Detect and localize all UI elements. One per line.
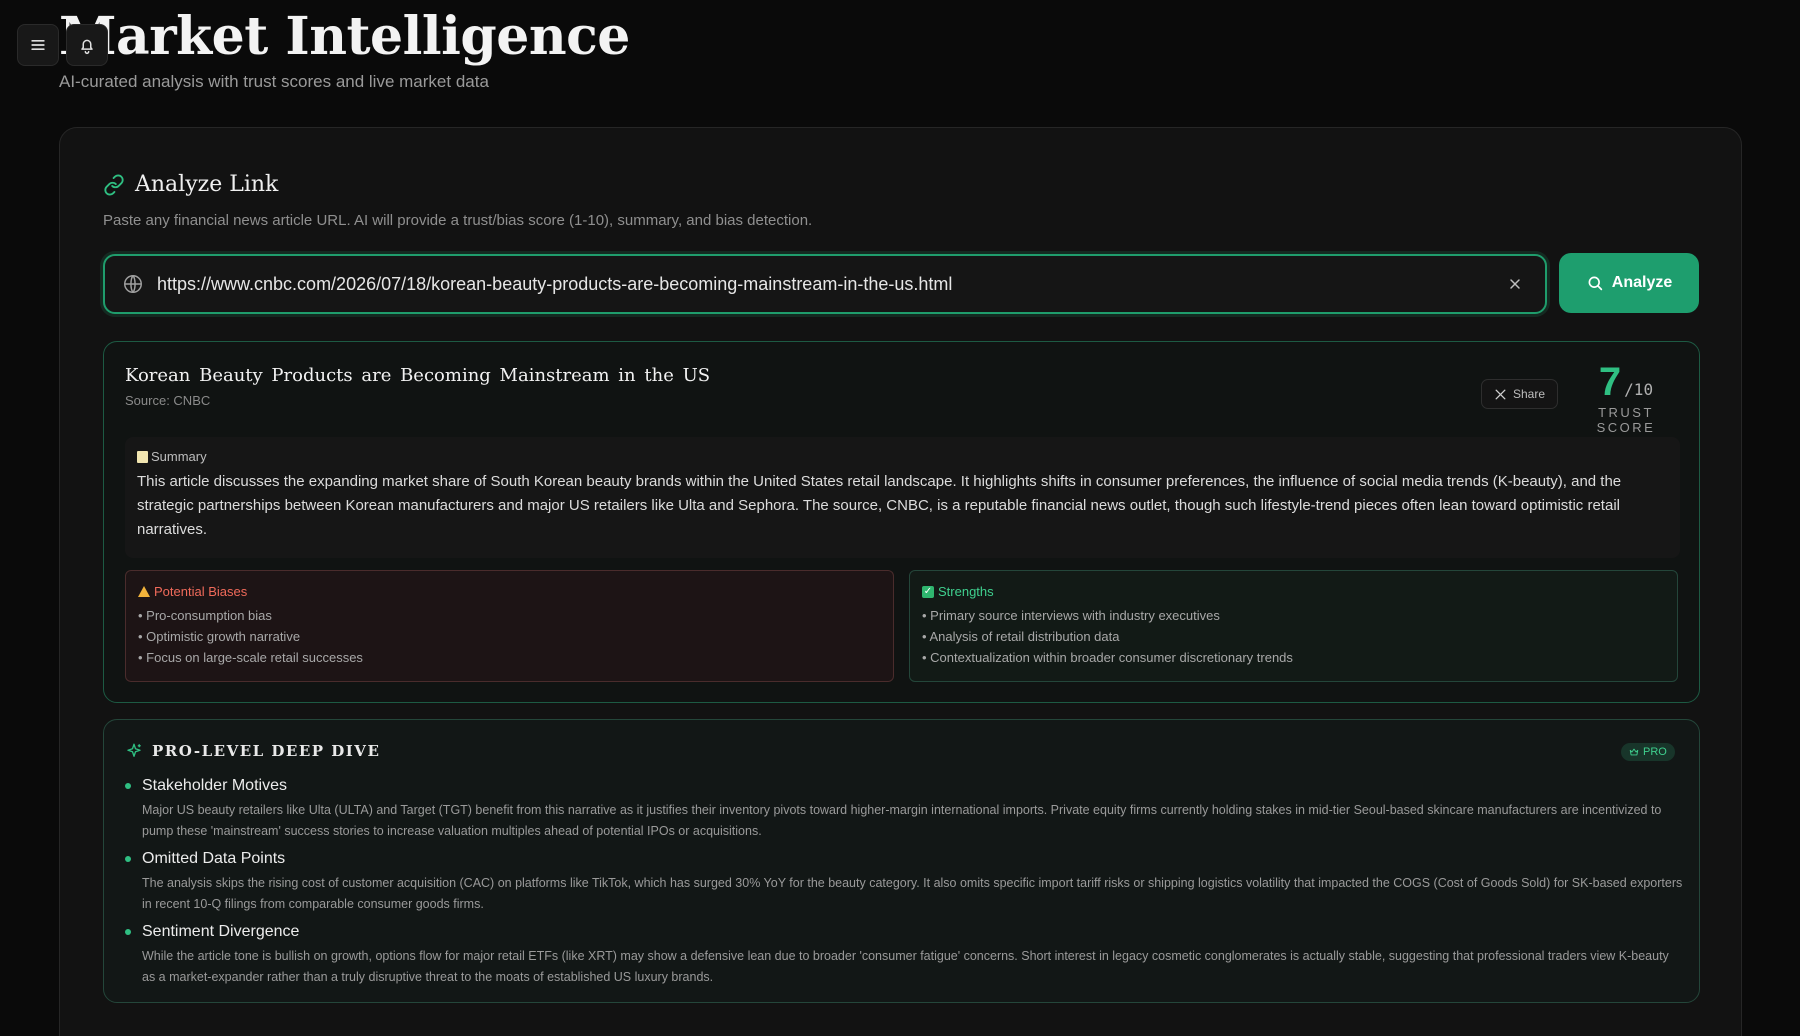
warning-icon — [138, 586, 150, 597]
pro-badge-label: PRO — [1643, 746, 1667, 758]
page-title: Market Intelligence — [59, 6, 630, 67]
article-title: Korean Beauty Products are Becoming Main… — [125, 365, 711, 386]
score-label: TRUST SCORE — [1596, 405, 1656, 435]
biases-box: Potential Biases • Pro-consumption bias … — [125, 570, 894, 682]
strengths-box: ✓ Strengths • Primary source interviews … — [909, 570, 1678, 682]
dive-item-title: Sentiment Divergence — [142, 923, 300, 940]
list-item: • Contextualization within broader consu… — [922, 650, 1293, 665]
pro-badge: PRO — [1621, 743, 1675, 761]
url-input[interactable] — [157, 273, 1507, 295]
sparkle-icon — [127, 743, 141, 757]
analyze-panel: Analyze Link Paste any financial news ar… — [59, 127, 1742, 1036]
list-item: Stakeholder Motives Major US beauty reta… — [125, 777, 1685, 842]
list-item: • Optimistic growth narrative — [138, 629, 301, 644]
menu-button[interactable] — [17, 24, 59, 66]
analyze-title: Analyze Link — [135, 172, 279, 197]
page-subtitle: AI-curated analysis with trust scores an… — [59, 72, 489, 91]
hamburger-icon — [31, 40, 45, 51]
deep-dive-title: PRO-LEVEL DEEP DIVE — [152, 742, 381, 760]
list-item: • Analysis of retail distribution data — [922, 629, 1120, 644]
bullet-dot — [125, 856, 131, 862]
list-item: • Primary source interviews with industr… — [922, 608, 1220, 623]
dive-item-text: Major US beauty retailers like Ulta (ULT… — [142, 803, 1662, 838]
analyze-button[interactable]: Analyze — [1559, 253, 1699, 313]
summary-box: Summary This article discusses the expan… — [125, 437, 1680, 558]
summary-text: This article discusses the expanding mar… — [137, 473, 1622, 538]
x-logo-icon — [1495, 389, 1506, 399]
result-card: Korean Beauty Products are Becoming Main… — [103, 341, 1700, 703]
share-label: Share — [1513, 387, 1546, 401]
bell-icon — [81, 39, 93, 55]
clear-icon[interactable] — [1507, 276, 1523, 292]
globe-icon — [124, 275, 142, 293]
search-icon — [1588, 276, 1602, 291]
list-item: • Pro-consumption bias — [138, 608, 272, 623]
score-value: 7 — [1598, 360, 1622, 404]
crown-icon — [1629, 748, 1639, 756]
list-item: Sentiment Divergence While the article t… — [125, 923, 1685, 988]
memo-icon — [137, 450, 148, 463]
share-button[interactable]: Share — [1481, 379, 1559, 409]
analyze-description: Paste any financial news article URL. AI… — [103, 212, 813, 229]
dive-item-text: The analysis skips the rising cost of cu… — [142, 876, 1683, 911]
strengths-label: Strengths — [938, 584, 994, 599]
bullet-dot — [125, 929, 131, 935]
trust-score: 7 /10 TRUST SCORE — [1566, 360, 1686, 435]
analyze-button-label: Analyze — [1611, 274, 1673, 291]
link-icon — [104, 173, 124, 196]
score-max: /10 — [1624, 380, 1654, 399]
biases-label: Potential Biases — [154, 584, 248, 599]
article-source: Source: CNBC — [125, 393, 211, 408]
list-item: • Focus on large-scale retail successes — [138, 650, 363, 665]
url-field[interactable] — [103, 254, 1547, 314]
check-icon: ✓ — [922, 585, 934, 598]
dive-item-title: Omitted Data Points — [142, 850, 286, 867]
analyze-header: Analyze Link — [103, 172, 278, 197]
bullet-dot — [125, 783, 131, 789]
list-item: Omitted Data Points The analysis skips t… — [125, 850, 1685, 915]
notifications-button[interactable] — [66, 24, 108, 66]
summary-label: Summary — [151, 449, 207, 464]
dive-item-title: Stakeholder Motives — [142, 777, 287, 794]
dive-item-text: While the article tone is bullish on gro… — [142, 949, 1669, 984]
deep-dive-card: PRO-LEVEL DEEP DIVE PRO Stakeholder Moti… — [103, 719, 1700, 1003]
